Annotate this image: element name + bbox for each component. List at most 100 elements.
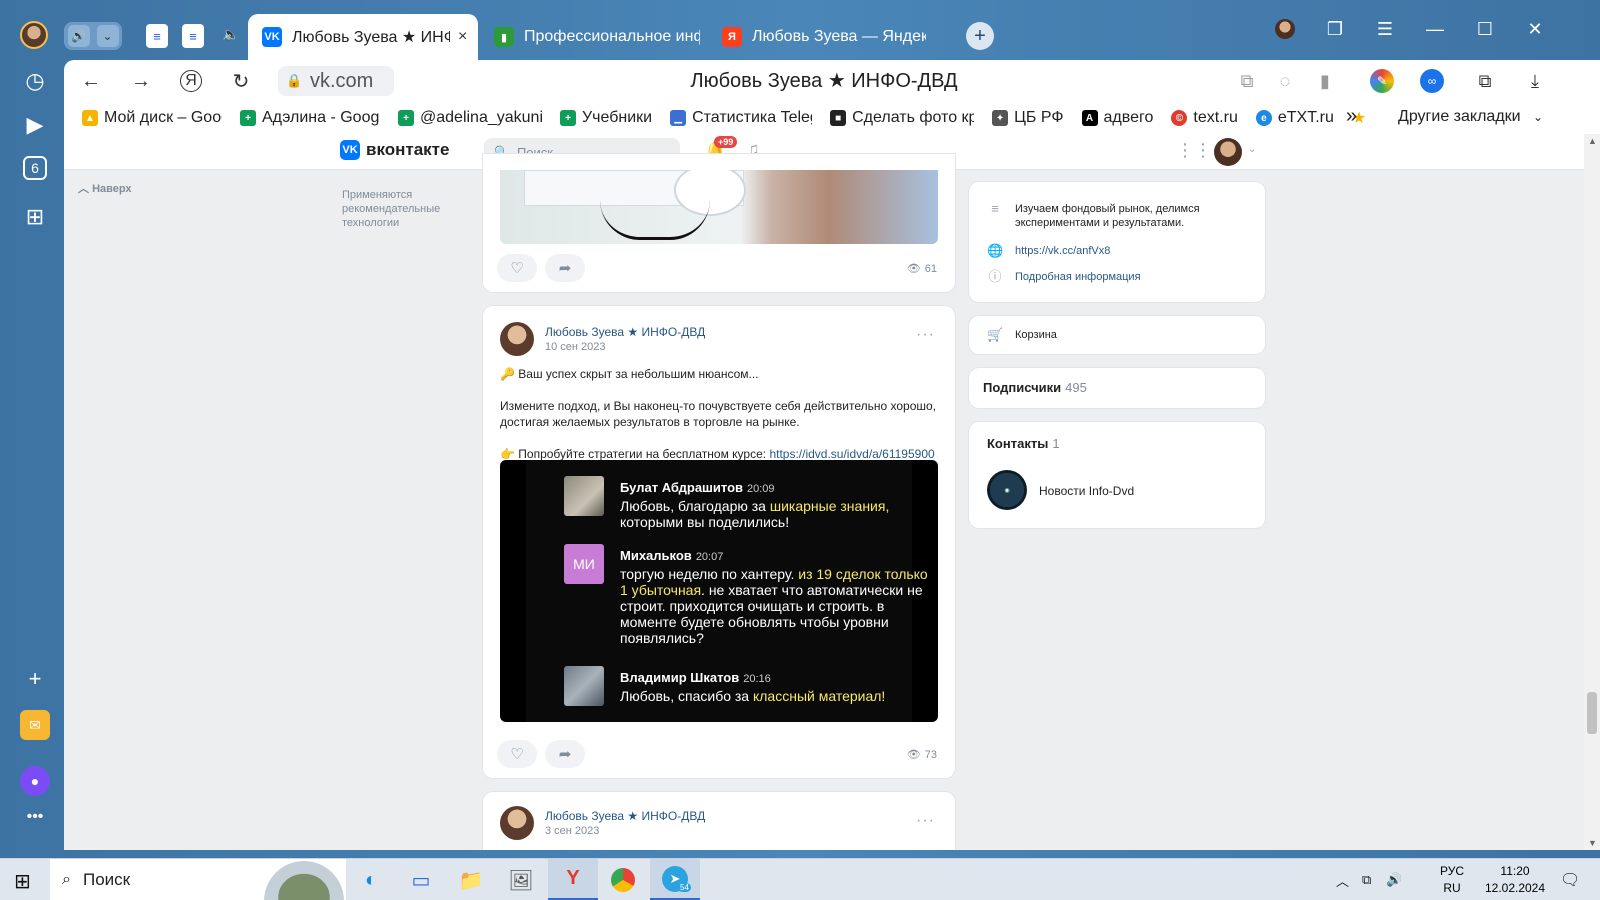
scroll-up-icon[interactable]: ▲ [1588,136,1597,146]
tray-chevron-icon[interactable]: ︿ [1336,859,1349,900]
explorer-window-icon[interactable]: ▭ [396,859,446,900]
mail-icon[interactable]: ✉ [20,710,50,740]
page-title: Любовь Зуева ★ ИНФО-ДВД [690,70,958,92]
post-author[interactable]: Любовь Зуева ★ ИНФО-ДВД [545,325,705,339]
pinned-docs-tab-icon[interactable]: ≡ [182,24,204,48]
minimize-icon[interactable]: — [1420,14,1450,44]
scrollbar-thumb[interactable] [1587,692,1597,734]
account-avatar-icon[interactable] [1270,14,1300,44]
cart-card[interactable]: 🛒 Корзина [969,316,1265,354]
more-info-link[interactable]: Подробная информация [1015,270,1141,284]
input-language[interactable]: РУС RU [1440,863,1464,897]
translate-icon[interactable]: ⧉ [1232,66,1262,96]
history-icon[interactable]: ◷ [20,66,50,96]
chevron-down-icon[interactable]: ⌄ [1248,144,1256,155]
bookmark-item[interactable]: ▁ Статистика Telegr [670,109,812,127]
post-screenshot-image[interactable]: Булат Абдрашитов 20:09 Любовь, благодарю … [500,460,938,722]
share-icon: ➦ [558,260,572,277]
extension-icon[interactable]: ✎ [1370,69,1394,93]
share-button[interactable]: ➦ [545,740,585,768]
chevron-down-icon[interactable]: ⌄ [96,25,119,47]
notifications-icon[interactable]: 🗨 [1560,859,1580,900]
menu-icon[interactable]: ☰ [1370,14,1400,44]
add-icon[interactable]: + [20,664,50,694]
other-bookmarks[interactable]: Другие закладки ⌄ [1398,108,1543,126]
folder-icon[interactable]: 📁 [446,859,496,900]
back-icon[interactable]: ← [76,66,106,96]
post-date[interactable]: 3 сен 2023 [545,825,599,837]
new-tab-button[interactable]: + [966,22,994,50]
browser-sidebar: ◷ ▶ 6 ⊞ + ✉ ● ••• [0,60,64,850]
close-window-icon[interactable]: ✕ [1520,14,1550,44]
subscribers-card[interactable]: Подписчики 495 [969,368,1265,408]
bookmark-item[interactable]: e eTXT.ru [1255,109,1334,127]
tab-yandex[interactable]: Я Любовь Зуева — Яндекс [708,14,934,60]
windows-start-icon[interactable]: ⊞ [14,869,31,894]
more-icon[interactable]: ••• [20,802,50,832]
like-button[interactable]: ♡ [497,254,537,282]
photos-icon[interactable]: 🖼 [496,859,546,900]
contact-name[interactable]: Новости Info-Dvd [1039,484,1134,498]
page-scrollbar[interactable]: ▲ ▼ [1584,134,1600,850]
bookmark-item[interactable]: ■ Сделать фото кру [830,109,974,127]
vk-logo[interactable]: VK вконтакте [340,140,449,160]
network-icon[interactable]: ⧉ [1362,859,1371,900]
infinity-extension-icon[interactable]: ∞ [1420,69,1444,93]
reload-icon[interactable]: ↻ [226,66,256,96]
post-image[interactable] [500,170,938,244]
bookmark-item[interactable]: + Учебники [560,109,652,127]
reader-icon[interactable]: ◌ [1270,66,1300,96]
more-options-icon[interactable]: ··· [916,812,935,830]
chevron-right-double-icon[interactable]: » [1346,105,1357,128]
vk-profile-avatar[interactable] [1214,138,1242,166]
telegram-icon[interactable]: ➤ 54 [650,859,700,900]
tab-professional[interactable]: ▮ Профессиональное инфо [480,14,706,60]
volume-icon[interactable]: 🔊 [1386,859,1402,900]
collections-icon[interactable]: ⧉ [1470,66,1500,96]
yandex-browser-icon[interactable]: Y [548,859,598,900]
post-date[interactable]: 10 сен 2023 [545,341,606,353]
bookmark-item[interactable]: Aадвего [1081,109,1153,127]
tab-vk[interactable]: VK Любовь Зуева ★ ИНФО-ДВД × [248,14,478,60]
collections-icon[interactable]: ❐ [1320,14,1350,44]
maximize-icon[interactable]: ☐ [1470,14,1500,44]
share-button[interactable]: ➦ [545,254,585,282]
download-icon[interactable]: ⤓ [1520,66,1550,96]
bookmark-icon[interactable]: ▮ [1310,66,1340,96]
clock[interactable]: 11:20 12.02.2024 [1480,863,1550,897]
bookmark-item[interactable]: © text.ru [1171,109,1238,127]
alice-icon[interactable]: ● [20,766,50,796]
bookmark-item[interactable]: ✦ ЦБ РФ [992,109,1064,127]
bookmark-item[interactable]: + Адэлина - Google [240,109,380,127]
profile-avatar[interactable] [20,21,48,49]
bookmark-item[interactable]: + @adelina_yakunin [398,109,542,127]
scroll-down-icon[interactable]: ▼ [1588,838,1597,848]
back-to-top-link[interactable]: ︿ Наверх [78,180,132,196]
author-avatar[interactable] [500,806,534,840]
group-link[interactable]: https://vk.cc/anfVx8 [1015,244,1110,258]
group-description: ≡ Изучаем фондовый рынок, делимся экспери… [987,202,1235,230]
contact-avatar[interactable]: ◉ [987,470,1027,510]
bookmark-item[interactable]: ▲ Мой диск – Googl [82,109,222,127]
edge-icon[interactable]: ◐ [346,859,396,900]
course-link[interactable]: https://idvd.su/idvd/a/61195900 [769,447,934,461]
post-author[interactable]: Любовь Зуева ★ ИНФО-ДВД [545,809,705,823]
like-button[interactable]: ♡ [497,740,537,768]
video-icon[interactable]: ▶ [20,110,50,140]
close-icon[interactable]: × [458,28,467,46]
more-options-icon[interactable]: ··· [916,326,935,344]
chrome-icon[interactable] [598,859,648,900]
advego-icon: A [1081,110,1098,126]
yandex-icon[interactable]: Я [180,70,202,92]
url-field[interactable]: 🔒 vk.com [278,66,394,96]
audio-icon[interactable]: 🔊 [67,25,90,47]
author-avatar[interactable] [500,322,534,356]
calendar-icon[interactable]: 6 [23,156,47,180]
apps-icon[interactable]: ⊞ [20,202,50,232]
pinned-docs-tab-icon[interactable]: ≡ [146,24,168,48]
speaker-icon[interactable]: 🔈 [222,26,239,43]
forward-icon[interactable]: → [126,66,156,96]
bookmark-label: Мой диск – Googl [104,109,222,126]
clock-time: 11:20 [1500,864,1530,878]
address-bar: ← → Я ↻ 🔒 vk.com Любовь Зуева ★ ИНФО-ДВД… [64,60,1600,102]
